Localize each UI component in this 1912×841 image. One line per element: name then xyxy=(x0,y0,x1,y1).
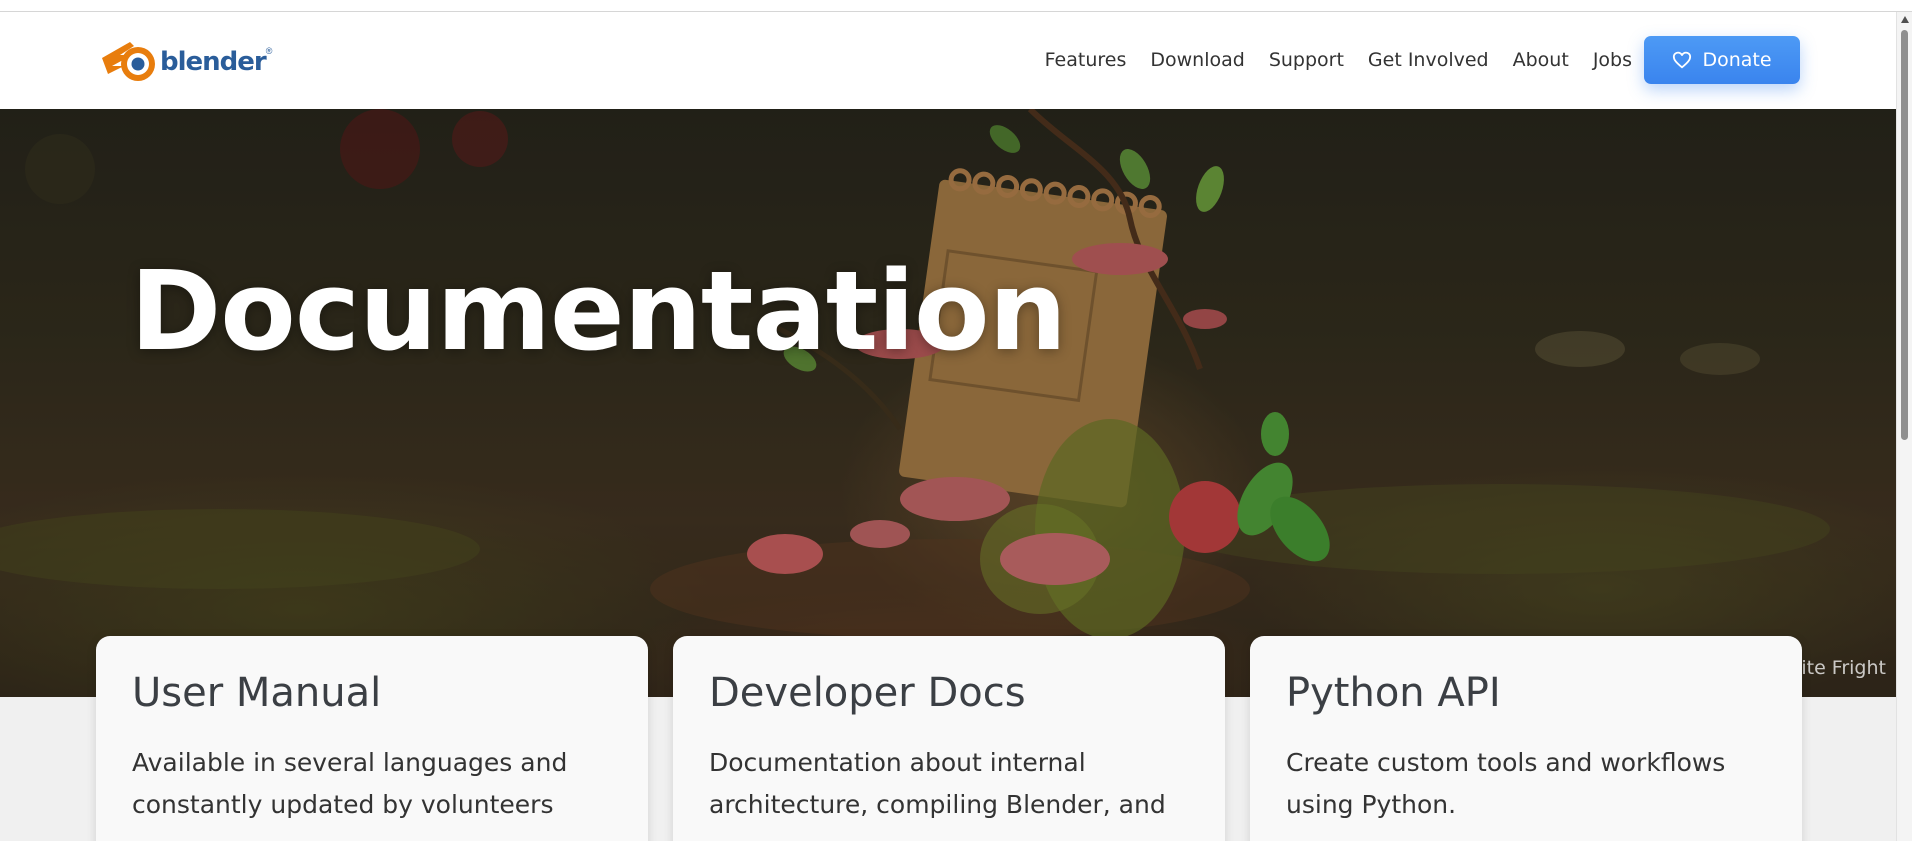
logo-wordmark: blender xyxy=(160,47,267,77)
card-description: Available in several languages and const… xyxy=(132,748,568,819)
nav-link-features[interactable]: Features xyxy=(1045,49,1127,71)
trademark-symbol: ® xyxy=(265,46,273,56)
donate-label: Donate xyxy=(1702,49,1772,71)
card-user-manual[interactable]: User Manual Available in several languag… xyxy=(96,636,648,841)
page: blender ® Features Download Support Get … xyxy=(0,0,1912,841)
card-python-api[interactable]: Python API Create custom tools and workf… xyxy=(1250,636,1802,841)
scroll-thumb[interactable] xyxy=(1901,30,1908,440)
hero-background-illustration xyxy=(0,109,1896,697)
blender-logo-icon xyxy=(102,42,155,81)
card-description: Documentation about internal architectur… xyxy=(709,748,1166,819)
scroll-up-arrow-icon[interactable] xyxy=(1901,16,1909,23)
card-title: User Manual xyxy=(132,670,382,716)
nav-link-get-involved[interactable]: Get Involved xyxy=(1368,49,1489,71)
page-title: Documentation xyxy=(130,247,1067,375)
main-nav: Features Download Support Get Involved A… xyxy=(1021,36,1800,84)
card-description: Create custom tools and workflows using … xyxy=(1286,748,1726,819)
heart-icon xyxy=(1673,51,1692,69)
page-scrollbar[interactable] xyxy=(1896,12,1912,841)
nav-link-about[interactable]: About xyxy=(1513,49,1569,71)
card-developer-docs[interactable]: Developer Docs Documentation about inter… xyxy=(673,636,1225,841)
nav-link-download[interactable]: Download xyxy=(1150,49,1244,71)
donate-button[interactable]: Donate xyxy=(1644,36,1800,84)
doc-cards: User Manual Available in several languag… xyxy=(96,636,1802,841)
blender-logo-link[interactable]: blender ® xyxy=(100,36,272,86)
card-title: Developer Docs xyxy=(709,670,1026,716)
card-title: Python API xyxy=(1286,670,1501,716)
nav-link-jobs[interactable]: Jobs xyxy=(1593,49,1632,71)
hero-banner: Documentation Sprite Fright xyxy=(0,109,1896,697)
browser-top-edge xyxy=(0,0,1912,12)
nav-link-support[interactable]: Support xyxy=(1269,49,1344,71)
site-header: blender ® Features Download Support Get … xyxy=(0,12,1896,109)
